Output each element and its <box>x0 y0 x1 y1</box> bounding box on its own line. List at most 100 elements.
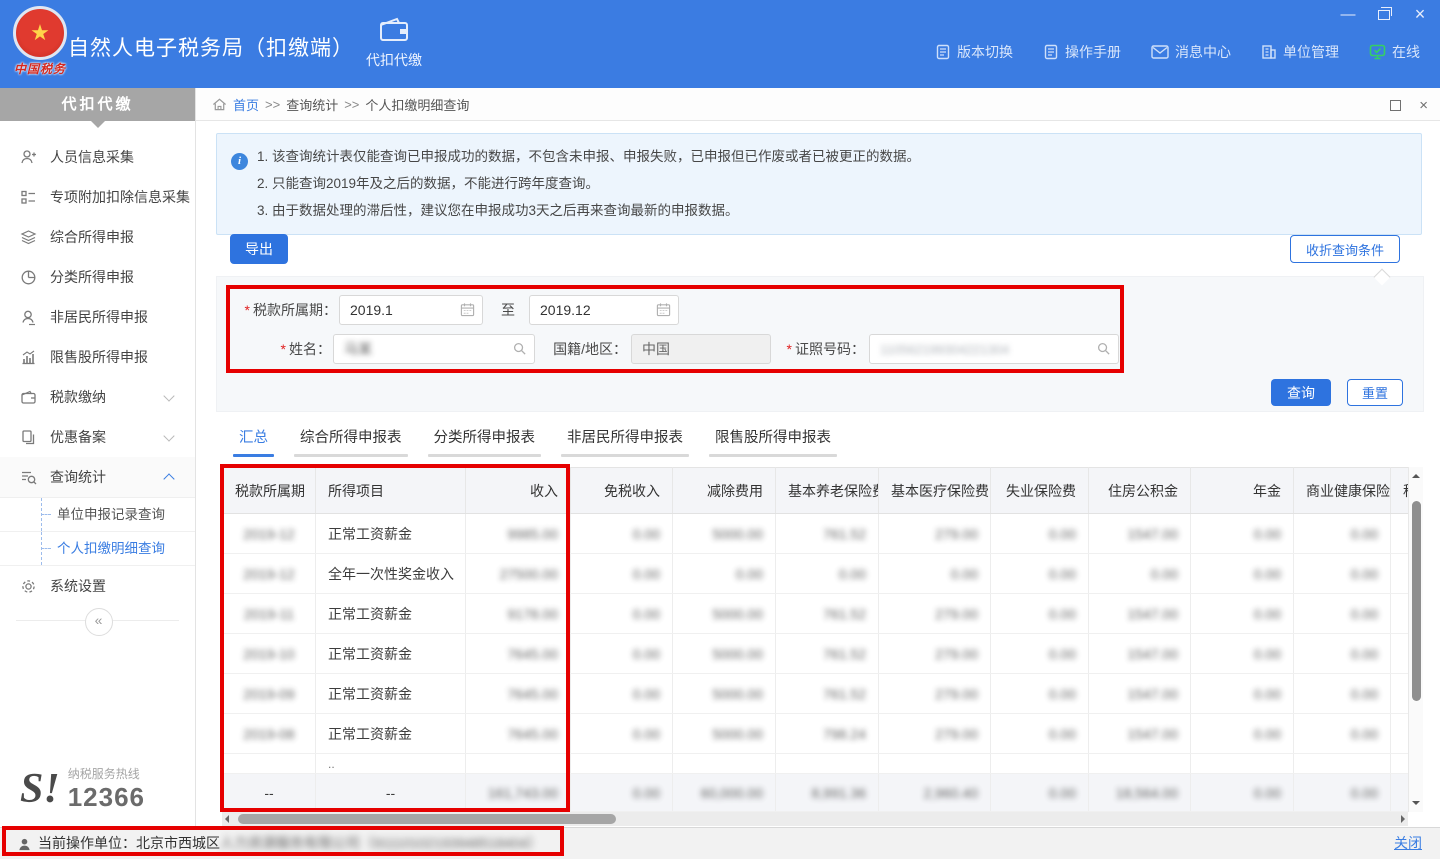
online-status[interactable]: 在线 <box>1369 42 1420 62</box>
sidebar-item-comprehensive-income[interactable]: 综合所得申报 <box>0 217 195 257</box>
table-cell: -- <box>223 774 316 812</box>
document-icon <box>1043 44 1059 60</box>
sidebar-collapse-button[interactable]: « <box>85 608 113 636</box>
menu-unit-management-label: 单位管理 <box>1283 42 1339 62</box>
pane-close-icon[interactable]: × <box>1419 97 1428 114</box>
table-cell: 0.00 <box>1191 774 1294 812</box>
sidebar-item-nonresident-income[interactable]: 非居民所得申报 <box>0 297 195 337</box>
tab-classified-income-return[interactable]: 分类所得申报表 <box>431 426 539 457</box>
cert-number-input[interactable]: 110562199304221304 <box>869 334 1119 364</box>
required-mark: * <box>245 302 250 318</box>
close-button[interactable]: × <box>1412 6 1428 22</box>
period-label: *税款所属期： <box>217 295 337 325</box>
name-value-redacted: 马某 <box>344 341 372 357</box>
info-icon: i <box>231 153 248 170</box>
period-from-input[interactable]: 2019.1 <box>339 295 483 325</box>
column-header: 所得项目 <box>316 468 466 514</box>
sidebar-item-tax-payment[interactable]: 税款缴纳 <box>0 377 195 417</box>
scroll-left-arrow-icon[interactable] <box>225 815 229 823</box>
table-cell: 0.00 <box>1294 774 1391 812</box>
breadcrumb-item-current-page: 个人扣缴明细查询 <box>365 95 469 114</box>
sidebar-item-personnel-info[interactable]: 人员信息采集 <box>0 137 195 177</box>
calendar-icon[interactable] <box>460 302 475 317</box>
search-icon[interactable] <box>1096 341 1111 356</box>
name-input[interactable]: 马某 <box>333 334 535 364</box>
scroll-right-arrow-icon[interactable] <box>1401 815 1405 823</box>
horizontal-scrollbar[interactable] <box>222 812 1408 826</box>
table-cell: 0.00 <box>571 514 673 554</box>
sidebar-item-system-settings[interactable]: 系统设置 <box>0 566 195 606</box>
query-button[interactable]: 查询 <box>1271 379 1331 406</box>
table-cell: 0.00 <box>1294 634 1391 674</box>
sidebar-item-preferential-filing[interactable]: 优惠备案 <box>0 417 195 457</box>
tab-nonresident-income-return[interactable]: 非居民所得申报表 <box>564 426 686 457</box>
sidebar-item-restricted-stock[interactable]: 限售股所得申报 <box>0 337 195 377</box>
wallet-icon <box>377 16 411 44</box>
table-cell: 0.00 <box>571 594 673 634</box>
sidebar-subitem-unit-declaration-query[interactable]: 单位申报记录查询 <box>0 498 195 532</box>
table-row[interactable]: 2019-10正常工资薪金7645.000.005000.00761.52279… <box>223 634 1409 674</box>
table-cell <box>571 754 673 774</box>
sidebar-item-special-deduction[interactable]: 专项附加扣除信息采集 <box>0 177 195 217</box>
minimize-button[interactable]: — <box>1340 6 1356 22</box>
building-icon <box>1261 44 1277 60</box>
menu-unit-management[interactable]: 单位管理 <box>1261 42 1339 62</box>
collapse-query-button[interactable]: 收折查询条件 <box>1290 235 1400 263</box>
table-cell: 正常工资薪金 <box>316 594 466 634</box>
tab-comprehensive-income-return[interactable]: 综合所得申报表 <box>297 426 405 457</box>
summary-row[interactable]: ----161,743.000.0060,000.008,991.362,960… <box>223 774 1409 812</box>
table-cell: 0.00 <box>991 774 1089 812</box>
scroll-up-arrow-icon[interactable] <box>1412 474 1420 478</box>
menu-version-switch[interactable]: 版本切换 <box>935 42 1013 62</box>
restore-button[interactable] <box>1376 6 1392 22</box>
pane-maximize-icon[interactable] <box>1390 100 1401 111</box>
tab-restricted-stock-return[interactable]: 限售股所得申报表 <box>712 426 834 457</box>
chevron-down-icon <box>163 390 174 401</box>
table-cell: 0.00 <box>991 514 1089 554</box>
table-row[interactable]: 2019-12正常工资薪金9985.000.005000.00761.52279… <box>223 514 1409 554</box>
sidebar-menu: 人员信息采集 专项附加扣除信息采集 综合所得申报 <box>0 137 195 637</box>
tab-summary[interactable]: 汇总 <box>236 426 271 457</box>
reset-button[interactable]: 重置 <box>1347 379 1403 406</box>
gear-icon <box>20 578 37 595</box>
sidebar-item-classified-income[interactable]: 分类所得申报 <box>0 257 195 297</box>
notice-box: i1. 该查询统计表仅能查询已申报成功的数据，不包含未申报、申报失败，已申报但已… <box>216 133 1422 235</box>
export-button[interactable]: 导出 <box>230 234 288 264</box>
table-row[interactable]: .. <box>223 754 1409 774</box>
sidebar-item-query-statistics[interactable]: 查询统计 <box>0 457 195 497</box>
horizontal-scroll-thumb[interactable] <box>238 814 616 824</box>
sidebar-subitem-personal-withholding-query[interactable]: 个人扣缴明细查询 <box>0 532 195 566</box>
main-content: i1. 该查询统计表仅能查询已申报成功的数据，不包含未申报、申报失败，已申报但已… <box>196 121 1440 827</box>
wallet-icon <box>20 389 37 406</box>
scroll-down-arrow-icon[interactable] <box>1412 801 1420 805</box>
table-row[interactable]: 2019-09正常工资薪金7645.000.005000.00761.52279… <box>223 674 1409 714</box>
table-cell: 0.00 <box>1294 514 1391 554</box>
table-cell <box>466 754 571 774</box>
table-cell: 1547.00 <box>1089 714 1191 754</box>
table-cell: 0.00 <box>991 594 1089 634</box>
tab-withholding[interactable]: 代扣代缴 <box>348 16 440 70</box>
column-header: 基本医疗保险费 <box>879 468 991 514</box>
menu-manual[interactable]: 操作手册 <box>1043 42 1121 62</box>
table-cell: 0.00 <box>1089 554 1191 594</box>
breadcrumb-home[interactable]: 首页 <box>233 95 259 114</box>
table-cell: 9985.00 <box>466 514 571 554</box>
vertical-scrollbar[interactable] <box>1408 467 1423 812</box>
breadcrumb-item-query-statistics[interactable]: 查询统计 <box>286 95 338 114</box>
table-cell: 279.00 <box>879 514 991 554</box>
column-header: 收入 <box>466 468 571 514</box>
table-row[interactable]: 2019-11正常工资薪金9178.000.005000.00761.52279… <box>223 594 1409 634</box>
calendar-icon[interactable] <box>656 302 671 317</box>
table-cell <box>991 754 1089 774</box>
menu-message-center[interactable]: 消息中心 <box>1151 42 1231 62</box>
table-cell: 8,991.36 <box>776 774 879 812</box>
table-row[interactable]: 2019-08正常工资薪金7645.000.005000.00798.24279… <box>223 714 1409 754</box>
period-to-input[interactable]: 2019.12 <box>529 295 679 325</box>
vertical-scroll-thumb[interactable] <box>1412 501 1421 701</box>
table-row[interactable]: 2019-12全年一次性奖金收入27500.000.000.000.000.00… <box>223 554 1409 594</box>
table-cell: 0.00 <box>673 554 776 594</box>
close-link[interactable]: 关闭 <box>1394 828 1422 859</box>
search-icon[interactable] <box>512 341 527 356</box>
unit-label: 当前操作单位： <box>38 835 136 851</box>
table-cell <box>1294 754 1391 774</box>
